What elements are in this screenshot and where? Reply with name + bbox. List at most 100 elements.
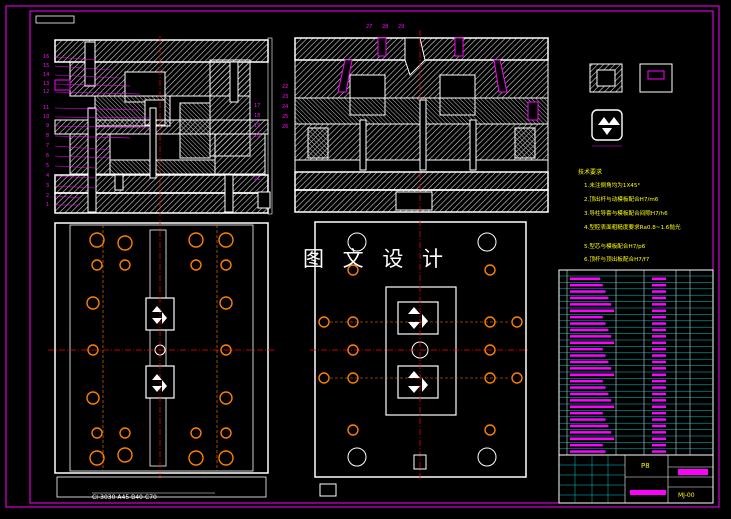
table-row-entry [570, 373, 614, 376]
part-number: 7 [46, 143, 49, 149]
table-row-entry [570, 411, 603, 415]
right-section-view [294, 30, 549, 214]
note-item: 3.导柱导套与模板配合间隙H7/h6 [584, 209, 668, 217]
table-row-material [652, 335, 666, 338]
left-section-view [54, 36, 273, 216]
part-number: 19 [254, 123, 260, 129]
title-block: P8 MJ-00 [558, 454, 714, 504]
table-row-material [652, 443, 666, 447]
table-row-material [652, 431, 666, 434]
table-row-entry [570, 354, 606, 357]
table-row-material [652, 322, 666, 325]
table-row-material [652, 399, 666, 402]
part-number: 15 [43, 63, 49, 69]
notes-title: 技术要求 [578, 168, 602, 176]
part-number: 13 [43, 81, 49, 87]
table-row-entry [570, 379, 603, 383]
part-number: 11 [43, 105, 49, 111]
table-row-entry [570, 322, 606, 325]
part-number: 6 [46, 153, 49, 159]
table-row-material [652, 405, 666, 408]
table-row-entry [570, 296, 609, 300]
table-row-entry [570, 443, 603, 447]
note-item: 2.顶出杆与动模板配合H7/m6 [584, 195, 659, 203]
part-number: 18 [254, 113, 260, 119]
part-number: 28 [382, 24, 388, 30]
table-row-entry [570, 277, 600, 280]
table-row-material [652, 347, 666, 351]
note-item: 5.型芯与模板配合H7/p6 [584, 242, 646, 250]
table-row-material [652, 437, 666, 440]
table-row-material [652, 450, 666, 453]
part-number: 14 [43, 72, 49, 78]
part-number: 27 [366, 24, 372, 30]
table-row-entry [570, 341, 614, 344]
part-number: 1 [46, 202, 49, 208]
detail-views [589, 63, 673, 147]
table-row-entry [570, 424, 609, 428]
table-row-material [652, 328, 666, 332]
watermark: 图 文 设 计 [303, 247, 450, 271]
table-row-entry [570, 367, 612, 370]
table-row-material [652, 283, 666, 287]
table-row-material [652, 424, 666, 428]
scale-label: P8 [641, 462, 650, 470]
table-row-material [652, 315, 666, 319]
part-numbers-top: 27 28 29 [366, 24, 404, 30]
part-numbers-mid: 22 23 24 25 26 [282, 84, 288, 130]
table-row-entry [570, 283, 603, 287]
table-row-material [652, 373, 666, 376]
table-row-material [652, 411, 666, 415]
table-row-material [652, 341, 666, 344]
part-number: 12 [43, 89, 49, 95]
table-row-entry [570, 335, 612, 338]
part-number: 2 [46, 193, 49, 199]
table-row-entry [570, 315, 603, 319]
table-row-entry [570, 360, 609, 364]
table-row-entry [570, 392, 609, 396]
table-row-material [652, 354, 666, 357]
table-row-material [652, 360, 666, 364]
part-number: 20 [254, 133, 260, 139]
title-tab [35, 15, 75, 24]
table-row-material [652, 418, 666, 421]
part-number: 24 [282, 104, 288, 110]
part-number: 3 [46, 183, 49, 189]
table-row-material [652, 367, 666, 370]
parts-list-table [558, 269, 714, 504]
part-number: 10 [43, 114, 49, 120]
table-row-material [652, 386, 666, 389]
part-number: 26 [282, 124, 288, 130]
plan-caption: CI-3030-A45-B40-C70 [92, 494, 157, 501]
table-row-entry [570, 309, 614, 312]
part-number: 16 [43, 54, 49, 60]
part-number: 21 [254, 176, 260, 182]
part-number: 17 [254, 103, 260, 109]
part-numbers-left: 16 15 14 13 12 11 10 9 8 7 6 5 4 3 2 1 [43, 54, 49, 208]
table-row-material [652, 379, 666, 383]
part-number: 9 [46, 123, 49, 129]
drawing-number: MJ-00 [678, 492, 695, 499]
table-row-entry [570, 437, 614, 440]
table-row-entry [570, 399, 612, 402]
part-number: 25 [282, 114, 288, 120]
table-row-material [652, 277, 666, 280]
table-row-entry [570, 347, 603, 351]
table-row-material [652, 290, 666, 293]
table-row-entry [570, 431, 612, 434]
part-number: 23 [282, 94, 288, 100]
left-plan-view [48, 220, 275, 498]
note-item: 6.顶杆与顶出板配合H7/f7 [584, 255, 650, 263]
table-row-entry [570, 418, 606, 421]
table-row-material [652, 309, 666, 312]
part-number: 4 [46, 173, 49, 179]
note-item: 1.未注倒角均为1X45° [584, 181, 640, 189]
table-row-entry [570, 290, 606, 293]
technical-notes: 技术要求 1.未注倒角均为1X45° 2.顶出杆与动模板配合H7/m6 3.导柱… [578, 168, 681, 263]
part-number: 5 [46, 163, 49, 169]
table-row-material [652, 303, 666, 306]
note-item: 4.型腔表面粗糙度要求Ra0.8~1.6抛光 [584, 223, 681, 231]
table-row-material [652, 296, 666, 300]
part-number: 22 [282, 84, 288, 90]
part-number: 8 [46, 133, 49, 139]
